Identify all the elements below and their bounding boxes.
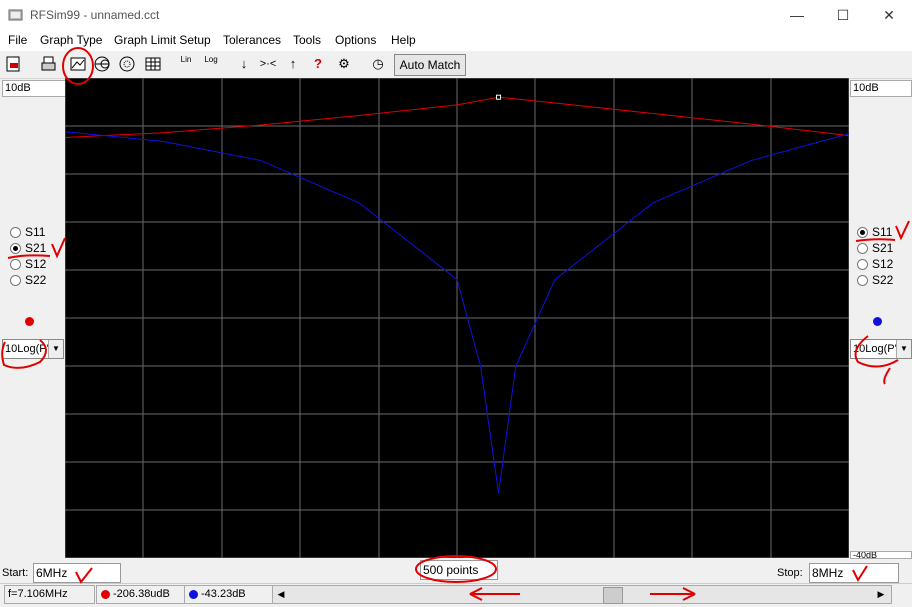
scroll-right-icon[interactable]: ▶ bbox=[873, 586, 889, 603]
left-scale-combo[interactable]: 10Log(P' ▼ bbox=[2, 339, 64, 359]
radio-label: S11 bbox=[872, 225, 893, 239]
left-radio-s22[interactable]: S22 bbox=[10, 273, 46, 287]
radio-icon bbox=[857, 275, 868, 287]
s-parameter-graph[interactable] bbox=[65, 78, 849, 558]
menu-options[interactable]: Options bbox=[335, 33, 376, 47]
menu-graph-type[interactable]: Graph Type bbox=[40, 33, 102, 47]
graph-type-icon[interactable] bbox=[68, 53, 88, 75]
chevron-down-icon: ▼ bbox=[896, 340, 911, 358]
radio-label: S21 bbox=[25, 241, 47, 255]
lin-button[interactable]: Lin bbox=[176, 53, 196, 77]
table-icon[interactable] bbox=[143, 53, 163, 75]
annotation-check bbox=[895, 220, 910, 241]
window-title: RFSim99 - unnamed.cct bbox=[30, 8, 160, 22]
scroll-left-icon[interactable]: ◀ bbox=[273, 586, 289, 603]
left-scale-field[interactable]: 10dB bbox=[2, 80, 66, 97]
red-dot-icon bbox=[101, 590, 110, 599]
menu-file[interactable]: File bbox=[8, 33, 27, 47]
horizontal-scrollbar[interactable]: ◀ ▶ bbox=[272, 585, 892, 604]
right-radio-s12[interactable]: S12 bbox=[857, 257, 893, 271]
radio-icon bbox=[857, 243, 868, 255]
maximize-button[interactable]: ☐ bbox=[820, 0, 866, 31]
log-button[interactable]: Log bbox=[201, 53, 221, 77]
scroll-thumb[interactable] bbox=[603, 587, 623, 604]
start-frequency-input[interactable]: 6MHz bbox=[33, 563, 121, 583]
radio-icon bbox=[10, 275, 21, 287]
annotation-check bbox=[51, 237, 66, 259]
radio-label: S22 bbox=[25, 273, 47, 287]
marker-down-icon[interactable]: ↓ bbox=[234, 53, 254, 75]
annotation-mark bbox=[883, 367, 891, 385]
red-trace-readout: -206.38udB bbox=[96, 585, 196, 604]
blue-trace-readout: -43.23dB bbox=[184, 585, 274, 604]
auto-match-button[interactable]: Auto Match bbox=[394, 54, 466, 76]
plot-grid bbox=[65, 78, 849, 558]
red-value: -206.38udB bbox=[113, 588, 170, 600]
marker-up-icon[interactable]: ↑ bbox=[283, 53, 303, 75]
right-radio-s21[interactable]: S21 bbox=[857, 241, 893, 255]
stop-label: Stop: bbox=[777, 567, 803, 579]
close-button[interactable]: ✕ bbox=[866, 0, 912, 31]
frequency-readout: f=7.106MHz bbox=[4, 585, 95, 604]
marker-point bbox=[496, 94, 502, 100]
right-bottom-scale-field[interactable]: -40dB bbox=[850, 551, 912, 559]
left-radio-s21[interactable]: S21 bbox=[10, 241, 46, 255]
radio-label: S11 bbox=[25, 225, 46, 239]
combo-value: 10Log(P' bbox=[853, 343, 897, 355]
chevron-down-icon: ▼ bbox=[48, 340, 63, 358]
stop-frequency-input[interactable]: 8MHz bbox=[809, 563, 899, 583]
right-radio-s11[interactable]: S11 bbox=[857, 225, 892, 239]
radio-icon bbox=[10, 259, 21, 271]
polar-chart-icon[interactable] bbox=[117, 53, 137, 75]
blue-dot-icon bbox=[189, 590, 198, 599]
blue-value: -43.23dB bbox=[201, 588, 246, 600]
combo-value: 10Log(P' bbox=[5, 343, 49, 355]
menu-tolerances[interactable]: Tolerances bbox=[223, 33, 281, 47]
radio-selected-icon bbox=[10, 243, 21, 255]
radio-label: S22 bbox=[872, 273, 894, 287]
app-icon bbox=[8, 9, 23, 21]
print-icon[interactable] bbox=[38, 53, 58, 75]
right-scale-combo[interactable]: 10Log(P' ▼ bbox=[850, 339, 912, 359]
menu-help[interactable]: Help bbox=[391, 33, 416, 47]
clock-icon[interactable]: ◷ bbox=[368, 53, 388, 75]
left-radio-s11[interactable]: S11 bbox=[10, 225, 45, 239]
radio-label: S12 bbox=[25, 257, 47, 271]
start-label: Start: bbox=[2, 567, 29, 579]
radio-label: S21 bbox=[872, 241, 894, 255]
right-scale-field[interactable]: 10dB bbox=[850, 80, 912, 97]
right-trace-color-icon bbox=[873, 317, 882, 326]
print-preview-icon[interactable] bbox=[4, 53, 24, 75]
radio-label: S12 bbox=[872, 257, 894, 271]
left-trace-color-icon bbox=[25, 317, 34, 326]
points-input[interactable]: 500 points bbox=[420, 560, 498, 580]
menu-tools[interactable]: Tools bbox=[293, 33, 321, 47]
menu-graph-limit-setup[interactable]: Graph Limit Setup bbox=[114, 33, 211, 47]
help-icon[interactable]: ? bbox=[308, 53, 328, 75]
smith-chart-icon[interactable] bbox=[92, 53, 112, 75]
right-radio-s22[interactable]: S22 bbox=[857, 273, 893, 287]
radio-selected-icon bbox=[857, 227, 868, 239]
radio-icon bbox=[10, 227, 21, 239]
tune-icon[interactable]: ⚙ bbox=[334, 53, 354, 75]
minimize-button[interactable]: — bbox=[774, 0, 820, 31]
radio-icon bbox=[857, 259, 868, 271]
zoom-icon[interactable]: >·< bbox=[258, 53, 278, 75]
left-radio-s12[interactable]: S12 bbox=[10, 257, 46, 271]
